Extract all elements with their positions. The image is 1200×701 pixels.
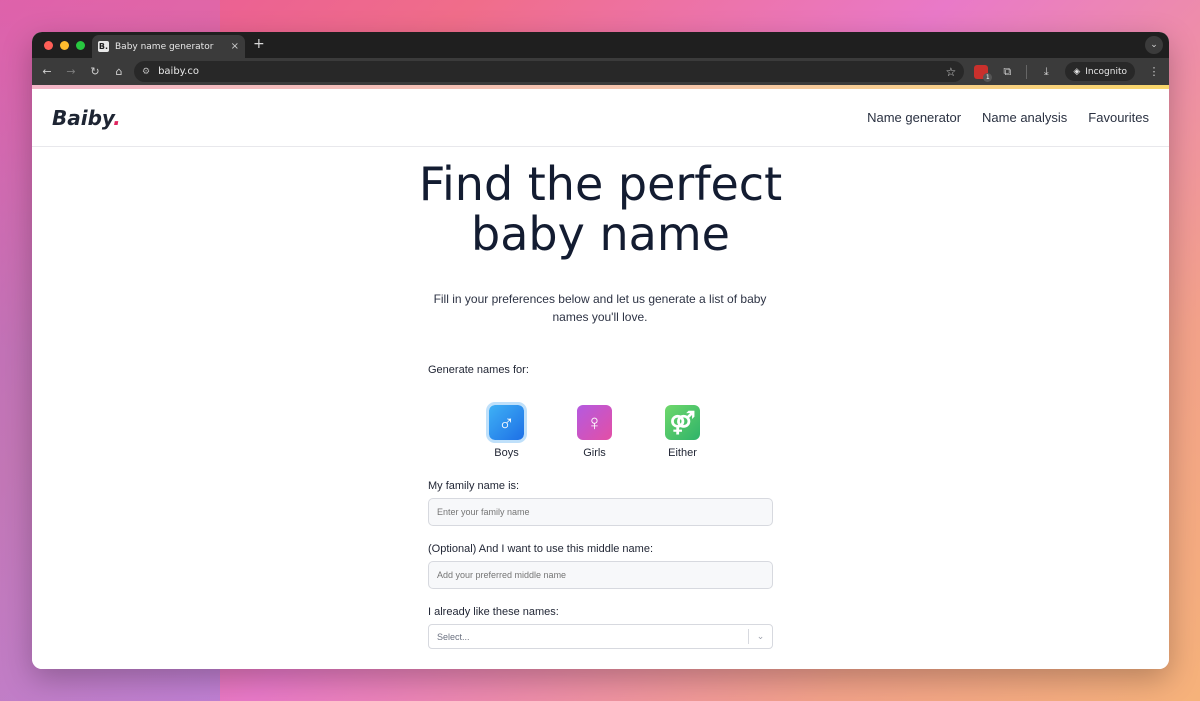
reload-icon[interactable]: ↻ bbox=[86, 65, 104, 78]
liked-names-placeholder: Select... bbox=[437, 631, 470, 642]
gender-option-girls[interactable]: ♀ Girls bbox=[577, 405, 613, 459]
tab-title: Baby name generator bbox=[115, 41, 214, 52]
logo-text: Baiby bbox=[52, 105, 114, 130]
home-icon[interactable]: ⌂ bbox=[110, 65, 128, 78]
hero-title: Find the perfect baby name bbox=[418, 157, 783, 261]
nav-favourites[interactable]: Favourites bbox=[1088, 110, 1149, 125]
site-header: Baiby. Name generator Name analysis Favo… bbox=[32, 89, 1169, 147]
gender-option-boys[interactable]: ♂ Boys bbox=[486, 402, 527, 459]
gender-label-either: Either bbox=[668, 447, 697, 459]
close-window-button[interactable] bbox=[44, 41, 53, 50]
window-controls bbox=[44, 41, 85, 50]
middle-name-label: (Optional) And I want to use this middle… bbox=[428, 543, 654, 555]
site-favicon: B. bbox=[98, 41, 109, 52]
maximize-window-button[interactable] bbox=[76, 41, 85, 50]
download-icon[interactable]: ⤓ bbox=[1037, 65, 1055, 79]
toolbar-actions: 1 ⧉ ⤓ ◈ Incognito ⋮ bbox=[974, 62, 1163, 82]
unisex-icon[interactable]: ⚤ bbox=[665, 405, 700, 440]
middle-name-input[interactable] bbox=[428, 561, 773, 589]
incognito-icon: ◈ bbox=[1073, 66, 1081, 77]
site-nav: Name generator Name analysis Favourites bbox=[867, 110, 1149, 125]
nav-name-generator[interactable]: Name generator bbox=[867, 110, 961, 125]
incognito-label: Incognito bbox=[1085, 66, 1127, 77]
extensions-puzzle-icon[interactable]: ⧉ bbox=[998, 65, 1016, 79]
gender-option-either[interactable]: ⚤ Either bbox=[665, 405, 701, 459]
browser-window: B. Baby name generator × + ⌄ ← → ↻ ⌂ ⚙ b… bbox=[32, 32, 1169, 669]
browser-tab[interactable]: B. Baby name generator × bbox=[92, 35, 245, 58]
page-content: Baiby. Name generator Name analysis Favo… bbox=[32, 89, 1169, 669]
extension-badge: 1 bbox=[983, 72, 993, 82]
gender-prompt: Generate names for: bbox=[428, 364, 529, 376]
hero-subtitle: Fill in your preferences below and let u… bbox=[433, 292, 767, 324]
browser-toolbar: ← → ↻ ⌂ ⚙ baiby.co ☆ 1 ⧉ ⤓ ◈ Incognito ⋮ bbox=[32, 58, 1169, 85]
menu-kebab-icon[interactable]: ⋮ bbox=[1145, 65, 1163, 78]
female-icon[interactable]: ♀ bbox=[577, 405, 612, 440]
male-icon[interactable]: ♂ bbox=[486, 402, 527, 443]
gender-label-girls: Girls bbox=[583, 447, 606, 459]
tab-close-icon[interactable]: × bbox=[231, 41, 239, 52]
site-settings-icon[interactable]: ⚙ bbox=[142, 67, 150, 77]
nav-name-analysis[interactable]: Name analysis bbox=[982, 110, 1067, 125]
liked-names-select[interactable]: Select... ⌄ bbox=[428, 624, 773, 649]
family-name-input[interactable] bbox=[428, 498, 773, 526]
new-tab-button[interactable]: + bbox=[253, 36, 265, 52]
logo-dot: . bbox=[113, 105, 121, 130]
toolbar-divider bbox=[1026, 64, 1028, 79]
site-logo[interactable]: Baiby. bbox=[52, 106, 121, 130]
extension-icon[interactable]: 1 bbox=[974, 64, 993, 82]
forward-icon[interactable]: → bbox=[62, 65, 80, 78]
url-text[interactable]: baiby.co bbox=[158, 66, 937, 77]
minimize-window-button[interactable] bbox=[60, 41, 69, 50]
liked-names-label: I already like these names: bbox=[428, 606, 559, 618]
bookmark-star-icon[interactable]: ☆ bbox=[946, 65, 957, 79]
incognito-indicator[interactable]: ◈ Incognito bbox=[1065, 62, 1135, 81]
tab-strip: B. Baby name generator × + ⌄ bbox=[32, 32, 1169, 58]
chevron-down-icon[interactable]: ⌄ bbox=[749, 631, 772, 642]
address-bar[interactable]: ⚙ baiby.co ☆ bbox=[134, 61, 965, 82]
family-name-label: My family name is: bbox=[428, 480, 520, 492]
preferences-form: Generate names for: ♂ Boys ♀ Girls ⚤ Eit… bbox=[428, 364, 773, 649]
tab-search-icon[interactable]: ⌄ bbox=[1145, 36, 1163, 54]
gender-options: ♂ Boys ♀ Girls ⚤ Either bbox=[416, 402, 773, 459]
gender-label-boys: Boys bbox=[494, 447, 519, 459]
back-icon[interactable]: ← bbox=[38, 65, 56, 78]
